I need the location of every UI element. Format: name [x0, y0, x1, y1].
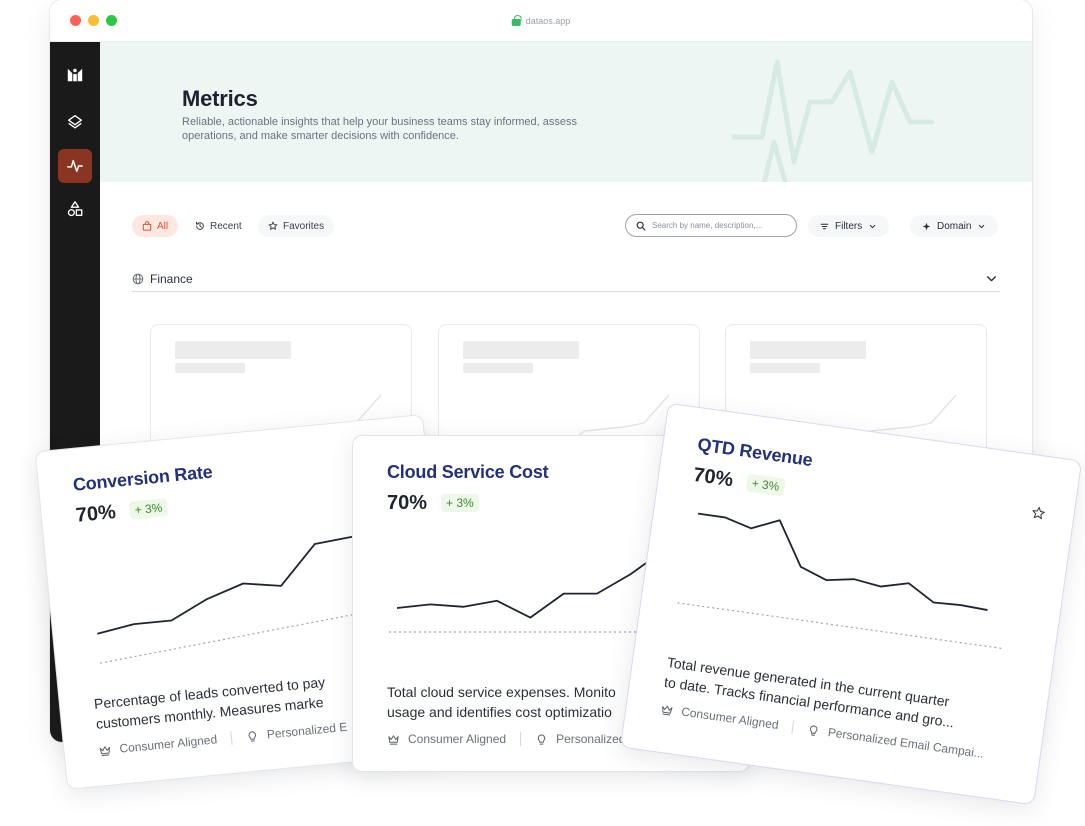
address-bar[interactable]: dataos.app — [511, 15, 571, 26]
filters-dropdown[interactable]: Filters — [808, 215, 890, 237]
bag-icon — [142, 221, 152, 231]
shapes-icon — [67, 201, 83, 217]
tag-consumer-aligned: Consumer Aligned — [408, 732, 507, 746]
page-header: Metrics Reliable, actionable insights th… — [100, 42, 1032, 182]
star-icon — [268, 221, 278, 230]
tag-consumer-aligned: Consumer Aligned — [118, 732, 218, 756]
lightbulb-icon — [537, 733, 546, 745]
search-box[interactable] — [625, 214, 797, 237]
close-window-button[interactable] — [70, 15, 81, 26]
favorite-star-icon[interactable] — [1031, 505, 1047, 521]
history-icon — [196, 221, 204, 230]
url-text: dataos.app — [525, 15, 571, 26]
metric-change-badge: + 3% — [128, 498, 169, 520]
chevron-down-icon — [979, 224, 985, 228]
lightbulb-icon — [810, 724, 818, 736]
tag-personalized: Personalized E — [266, 719, 348, 742]
tab-favorites-label: Favorites — [283, 220, 325, 232]
search-icon — [636, 221, 646, 231]
tag-consumer-aligned: Consumer Aligned — [680, 704, 780, 733]
tab-recent-label: Recent — [210, 220, 242, 232]
maximize-window-button[interactable] — [106, 15, 117, 26]
layers-icon — [68, 115, 82, 129]
crown-icon — [99, 745, 110, 756]
chevron-down-icon[interactable] — [985, 272, 998, 285]
page-title: Metrics — [182, 86, 258, 111]
activity-icon — [67, 159, 83, 173]
chevron-down-icon — [869, 224, 876, 228]
sidebar-logo[interactable] — [58, 58, 92, 92]
section-label: Finance — [150, 271, 193, 286]
metric-card-qtd-revenue[interactable]: QTD Revenue 70% + 3% Total revenue gener… — [619, 402, 1083, 806]
metric-change-badge: + 3% — [745, 473, 786, 497]
metric-value: 70% — [387, 492, 428, 514]
metric-title: Cloud Service Cost — [387, 462, 549, 482]
crown-icon — [388, 734, 399, 745]
metric-change-badge: + 3% — [441, 494, 479, 512]
domain-label: Domain — [937, 220, 972, 232]
sidebar-item-layers[interactable] — [58, 105, 92, 139]
sidebar-item-shapes[interactable] — [58, 192, 92, 226]
page-description: Reliable, actionable insights that help … — [182, 116, 577, 142]
metric-sparkline — [677, 512, 1003, 650]
lightbulb-icon — [248, 730, 257, 742]
filters-label: Filters — [835, 220, 863, 232]
metric-title: Conversion Rate — [72, 461, 214, 495]
logo-icon — [67, 68, 83, 82]
domain-icon — [922, 222, 931, 230]
metric-tags: Consumer Aligned Personalized E — [387, 732, 637, 746]
tab-all[interactable]: All — [132, 215, 179, 237]
tab-all-label: All — [157, 220, 169, 232]
section-finance[interactable]: Finance — [132, 266, 1000, 292]
search-input[interactable] — [652, 221, 782, 230]
globe-icon — [132, 273, 144, 284]
minimize-window-button[interactable] — [88, 15, 99, 26]
crown-icon — [662, 705, 673, 716]
domain-dropdown[interactable]: Domain — [910, 215, 999, 237]
tab-favorites[interactable]: Favorites — [258, 215, 335, 237]
filter-icon — [820, 223, 829, 229]
tab-recent[interactable]: Recent — [185, 215, 252, 237]
window-controls — [70, 15, 117, 26]
title-bar: dataos.app — [50, 0, 1032, 42]
sidebar-item-metrics[interactable] — [58, 149, 92, 183]
lock-icon — [511, 15, 522, 26]
pulse-decoration-icon — [732, 59, 935, 182]
